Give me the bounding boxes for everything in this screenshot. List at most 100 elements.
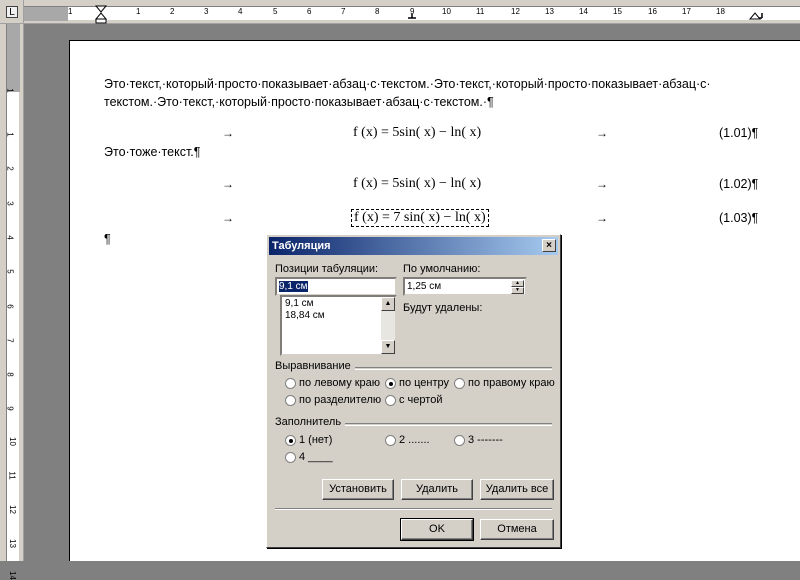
clear-all-button[interactable]: Удалить все (480, 479, 554, 500)
hanging-indent-marker (94, 12, 108, 20)
ruler-number: 9 (5, 406, 15, 411)
radio-icon (454, 434, 465, 446)
tab-position-value: 9,1 см (279, 281, 308, 292)
alignment-group-label: Выравнивание (275, 360, 355, 372)
radio-icon (454, 377, 465, 389)
list-scrollbar[interactable]: ▲ ▼ (381, 297, 395, 354)
ruler-number: 15 (613, 7, 622, 16)
ruler-corner: L (0, 0, 24, 24)
spin-up-icon[interactable]: ▲ (511, 280, 524, 287)
ruler-number: 1 (5, 88, 15, 93)
tab-position-input[interactable]: 9,1 см (275, 277, 397, 296)
default-stops-label: По умолчанию: (403, 263, 481, 275)
ruler-number: 6 (5, 304, 15, 309)
ruler-track[interactable] (6, 92, 19, 561)
ruler-number: 3 (204, 7, 209, 16)
ruler-number: 7 (341, 7, 346, 16)
tab-arrow: → (596, 211, 608, 225)
scroll-up-icon[interactable]: ▲ (381, 297, 395, 311)
tab-arrow: → (222, 211, 234, 225)
selected-equation[interactable]: f (x) = 7 sin( x) − ln( x) (351, 209, 489, 227)
tab-arrow: → (596, 177, 608, 191)
tab-positions-list[interactable]: 9,1 см 18,84 см ▲ ▼ (280, 295, 397, 356)
radio-icon (385, 434, 396, 446)
ruler-number: 17 (682, 7, 691, 16)
ruler-number: 11 (476, 7, 485, 16)
clear-button[interactable]: Удалить (401, 479, 473, 500)
align-right-radio[interactable]: по правому краю (454, 377, 555, 389)
ruler-number: 4 (238, 7, 243, 16)
tab-arrow: → (222, 126, 234, 140)
leader-dots-radio[interactable]: 2 ....... (385, 434, 430, 446)
tabs-dialog[interactable]: Табуляция × Позиции табуляции: 9,1 см 9,… (266, 234, 561, 548)
ruler-number: 10 (442, 7, 451, 16)
ruler-number: 18 (716, 7, 725, 16)
cancel-button[interactable]: Отмена (480, 519, 554, 540)
default-stops-value: 1,25 см (407, 281, 442, 292)
ruler-number: 2 (5, 166, 15, 171)
first-line-indent-marker (94, 5, 108, 13)
equation-number: (1.02)¶ (719, 177, 759, 191)
leader-dashes-radio[interactable]: 3 ------- (454, 434, 503, 446)
leader-none-radio[interactable]: 1 (нет) (285, 434, 332, 446)
radio-icon (285, 394, 296, 406)
vertical-ruler[interactable]: 1 1 2 3 4 5 6 7 8 9 10 11 12 13 14 (0, 24, 24, 580)
spin-down-icon[interactable]: ▼ (511, 287, 524, 294)
ruler-number: 13 (7, 539, 17, 548)
paragraph-line: Это·текст,·который·просто·показывает·абз… (104, 77, 711, 91)
ruler-number: 3 (5, 201, 15, 206)
ruler-number: 6 (307, 7, 312, 16)
ruler-number: 10 (7, 437, 17, 446)
ruler-number: 1 (5, 132, 15, 137)
tab-arrow: → (222, 177, 234, 191)
radio-icon (385, 394, 396, 406)
ruler-number: 8 (5, 372, 15, 377)
tab-positions-label: Позиции табуляции: (275, 263, 379, 275)
default-stops-input[interactable]: 1,25 см ▲ ▼ (403, 277, 527, 296)
equation-number: (1.01)¶ (719, 126, 759, 140)
left-indent-marker (95, 18, 107, 24)
ruler-top-margin (6, 24, 20, 92)
ruler-number: 14 (7, 571, 17, 580)
ruler-number: 5 (273, 7, 278, 16)
set-button[interactable]: Установить (322, 479, 394, 500)
align-decimal-radio[interactable]: по разделителю (285, 394, 381, 406)
list-item[interactable]: 9,1 см (282, 297, 395, 310)
tab-arrow: → (596, 126, 608, 140)
scroll-down-icon[interactable]: ▼ (381, 340, 395, 354)
dialog-titlebar[interactable]: Табуляция × (269, 237, 558, 255)
equation[interactable]: f (x) = 5sin( x) − ln( x) (353, 125, 481, 141)
ruler-number: 12 (7, 505, 17, 514)
horizontal-ruler[interactable]: 1 1 2 3 4 5 6 7 8 9 10 11 12 13 14 15 16… (24, 0, 800, 24)
ruler-number: 4 (5, 235, 15, 240)
right-indent-marker (748, 12, 762, 20)
ruler-number: 5 (5, 269, 15, 274)
to-be-cleared-label: Будут удалены: (403, 302, 483, 314)
empty-paragraph: ¶ (104, 232, 111, 246)
equation[interactable]: f (x) = 5sin( x) − ln( x) (353, 176, 481, 192)
align-left-radio[interactable]: по левому краю (285, 377, 380, 389)
paragraph-line: Это·тоже·текст.¶ (104, 145, 201, 159)
paragraph-line: текстом.·Это·текст,·который·просто·показ… (104, 95, 494, 109)
ruler-number: 13 (545, 7, 554, 16)
tab-type-selector[interactable]: L (6, 6, 18, 18)
align-center-radio[interactable]: по центру (385, 377, 449, 389)
dialog-separator (275, 508, 552, 510)
ruler-number: 1 (136, 7, 141, 16)
radio-checked-icon (285, 434, 296, 446)
ok-button[interactable]: OK (400, 518, 474, 541)
ruler-number: 16 (648, 7, 657, 16)
close-button[interactable]: × (542, 239, 556, 252)
ruler-number: 7 (5, 338, 15, 343)
radio-icon (285, 451, 296, 463)
ruler-number: 8 (375, 7, 380, 16)
ruler-number: 2 (170, 7, 175, 16)
leader-group-label: Заполнитель (275, 416, 346, 428)
ruler-number: 1 (68, 7, 73, 16)
list-item[interactable]: 18,84 см (282, 310, 395, 321)
leader-underline-radio[interactable]: 4 ____ (285, 451, 333, 463)
equation-number: (1.03)¶ (719, 211, 759, 225)
align-bar-radio[interactable]: с чертой (385, 394, 442, 406)
ruler-number: 14 (579, 7, 588, 16)
dialog-title: Табуляция (272, 240, 331, 252)
